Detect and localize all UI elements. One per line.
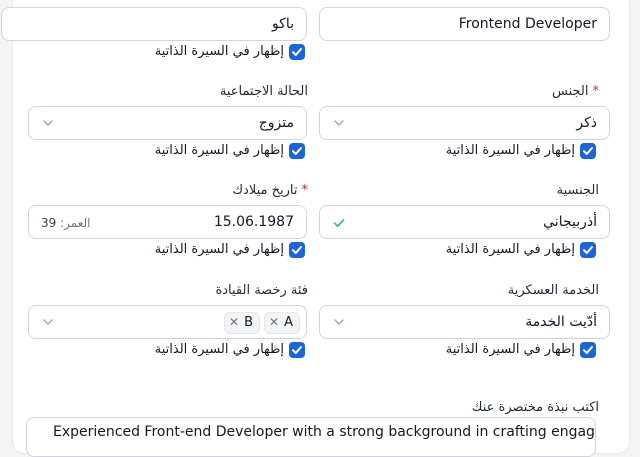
gender-value: ذكر	[576, 115, 597, 131]
military-show-in-cv-checkbox[interactable]	[580, 342, 596, 358]
age-value: 39	[41, 216, 57, 230]
driving-license-label: فئة رخصة القيادة	[215, 283, 308, 298]
marital-status-label: الحالة الاجتماعية	[220, 84, 308, 99]
age-display: العمر: 39	[41, 216, 91, 230]
military-service-label-text: الخدمة العسكرية	[507, 283, 599, 298]
birth-date-show-in-cv-label: إظهار في السيرة الذاتية	[154, 242, 284, 257]
marital-show-in-cv-label: إظهار في السيرة الذاتية	[154, 143, 284, 158]
license-tag-a-label: A	[284, 315, 293, 330]
close-icon[interactable]: ✕	[269, 315, 279, 329]
checkmark-icon	[292, 147, 302, 155]
close-icon[interactable]: ✕	[229, 315, 239, 329]
about-label: اكتب نبذة مختصرة عنك	[472, 400, 599, 415]
nationality-show-in-cv-label: إظهار في السيرة الذاتية	[445, 242, 575, 257]
chevron-down-icon	[334, 120, 344, 126]
gender-select[interactable]: ذكر	[319, 106, 610, 140]
marital-show-in-cv-checkbox[interactable]	[289, 143, 305, 159]
position-value: Frontend Developer	[458, 16, 597, 32]
birth-date-input[interactable]: 15.06.1987 العمر: 39	[28, 205, 307, 239]
nationality-value: أذربيجاني	[543, 214, 597, 230]
city-show-in-cv-checkbox[interactable]	[289, 44, 305, 60]
nationality-label: الجنسية	[557, 183, 599, 198]
driving-license-multiselect[interactable]: ✕ A ✕ B	[28, 305, 307, 339]
marital-status-value: متزوج	[258, 115, 294, 131]
about-label-text: اكتب نبذة مختصرة عنك	[471, 400, 599, 415]
chevron-down-icon	[43, 120, 53, 126]
birth-date-show-in-cv-checkbox[interactable]	[289, 242, 305, 258]
military-show-in-cv-label: إظهار في السيرة الذاتية	[445, 342, 575, 357]
gender-label: *الجنس	[552, 84, 599, 99]
license-tag-a[interactable]: ✕ A	[264, 312, 300, 334]
profile-form-card: Frontend Developer باكو إظهار في السيرة …	[1, 0, 630, 454]
required-mark: *	[592, 84, 600, 99]
license-show-in-cv-label: إظهار في السيرة الذاتية	[154, 342, 284, 357]
about-text: Experienced Front-end Developer with a s…	[53, 424, 596, 440]
marital-status-label-text: الحالة الاجتماعية	[219, 84, 308, 99]
birth-date-value: 15.06.1987	[213, 214, 294, 230]
nationality-show-in-cv-checkbox[interactable]	[580, 242, 596, 258]
gender-show-in-cv-checkbox[interactable]	[580, 143, 596, 159]
driving-license-label-text: فئة رخصة القيادة	[215, 283, 308, 298]
nationality-label-text: الجنسية	[556, 183, 599, 198]
required-mark: *	[301, 183, 309, 198]
city-input[interactable]: باكو	[1, 7, 307, 41]
checkmark-icon	[292, 48, 302, 56]
city-show-in-cv-label: إظهار في السيرة الذاتية	[154, 44, 284, 59]
about-textarea[interactable]: Experienced Front-end Developer with a s…	[26, 417, 596, 457]
marital-status-select[interactable]: متزوج	[28, 106, 307, 140]
checkmark-icon	[583, 246, 593, 254]
birth-date-label: *تاريخ ميلادك	[232, 183, 308, 198]
military-service-select[interactable]: أدّيت الخدمة	[319, 305, 610, 339]
city-value: باكو	[271, 16, 294, 32]
military-service-label: الخدمة العسكرية	[508, 283, 599, 298]
military-service-value: أدّيت الخدمة	[525, 314, 597, 330]
valid-check-icon	[333, 219, 345, 227]
license-tag-b-label: B	[244, 315, 253, 330]
license-tag-b[interactable]: ✕ B	[224, 312, 260, 334]
birth-date-label-text: تاريخ ميلادك	[232, 183, 298, 198]
checkmark-icon	[292, 246, 302, 254]
position-input[interactable]: Frontend Developer	[319, 7, 610, 41]
gender-label-text: الجنس	[552, 84, 589, 99]
chevron-down-icon	[43, 319, 53, 325]
nationality-select[interactable]: أذربيجاني	[319, 205, 610, 239]
chevron-down-icon	[334, 319, 344, 325]
age-label: العمر:	[60, 216, 91, 230]
license-show-in-cv-checkbox[interactable]	[289, 342, 305, 358]
gender-show-in-cv-label: إظهار في السيرة الذاتية	[445, 143, 575, 158]
checkmark-icon	[583, 346, 593, 354]
checkmark-icon	[292, 346, 302, 354]
checkmark-icon	[583, 147, 593, 155]
